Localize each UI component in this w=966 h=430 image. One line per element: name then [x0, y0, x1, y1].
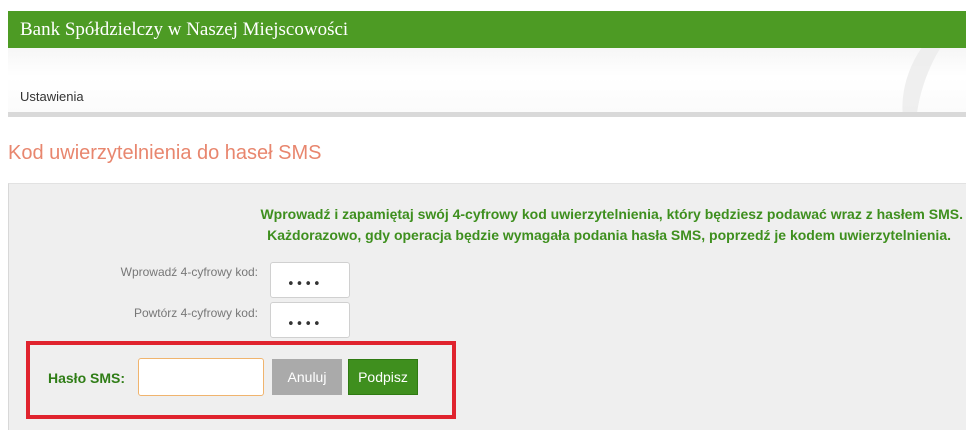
- code-label: Wprowadź 4-cyfrowy kod:: [120, 265, 258, 279]
- code-input[interactable]: ••••: [270, 262, 350, 298]
- nav-item-ustawienia[interactable]: Ustawienia: [20, 89, 84, 104]
- decorative-swoosh: [884, 48, 966, 112]
- repeat-code-label: Powtórz 4-cyfrowy kod:: [133, 306, 258, 320]
- info-line: Wprowadź i zapamiętaj swój 4-cyfrowy kod…: [260, 206, 963, 222]
- sign-button[interactable]: Podpisz: [348, 359, 418, 395]
- nav-divider: [8, 112, 966, 117]
- cancel-button[interactable]: Anuluj: [272, 359, 342, 395]
- repeat-code-input[interactable]: ••••: [270, 302, 350, 338]
- sms-label: Hasło SMS:: [48, 370, 126, 386]
- page-title: Kod uwierzytelnienia do haseł SMS: [8, 142, 322, 164]
- header-bar: Bank Spółdzielczy w Naszej Miejscowości: [8, 11, 966, 48]
- info-message: Wprowadź i zapamiętaj swój 4-cyfrowy kod…: [9, 204, 966, 246]
- bank-name: Bank Spółdzielczy w Naszej Miejscowości: [20, 19, 349, 40]
- nav-bar: Ustawienia: [8, 48, 966, 112]
- sms-input[interactable]: [138, 358, 264, 396]
- info-line: Każdorazowo, gdy operacja będzie wymagał…: [267, 227, 951, 243]
